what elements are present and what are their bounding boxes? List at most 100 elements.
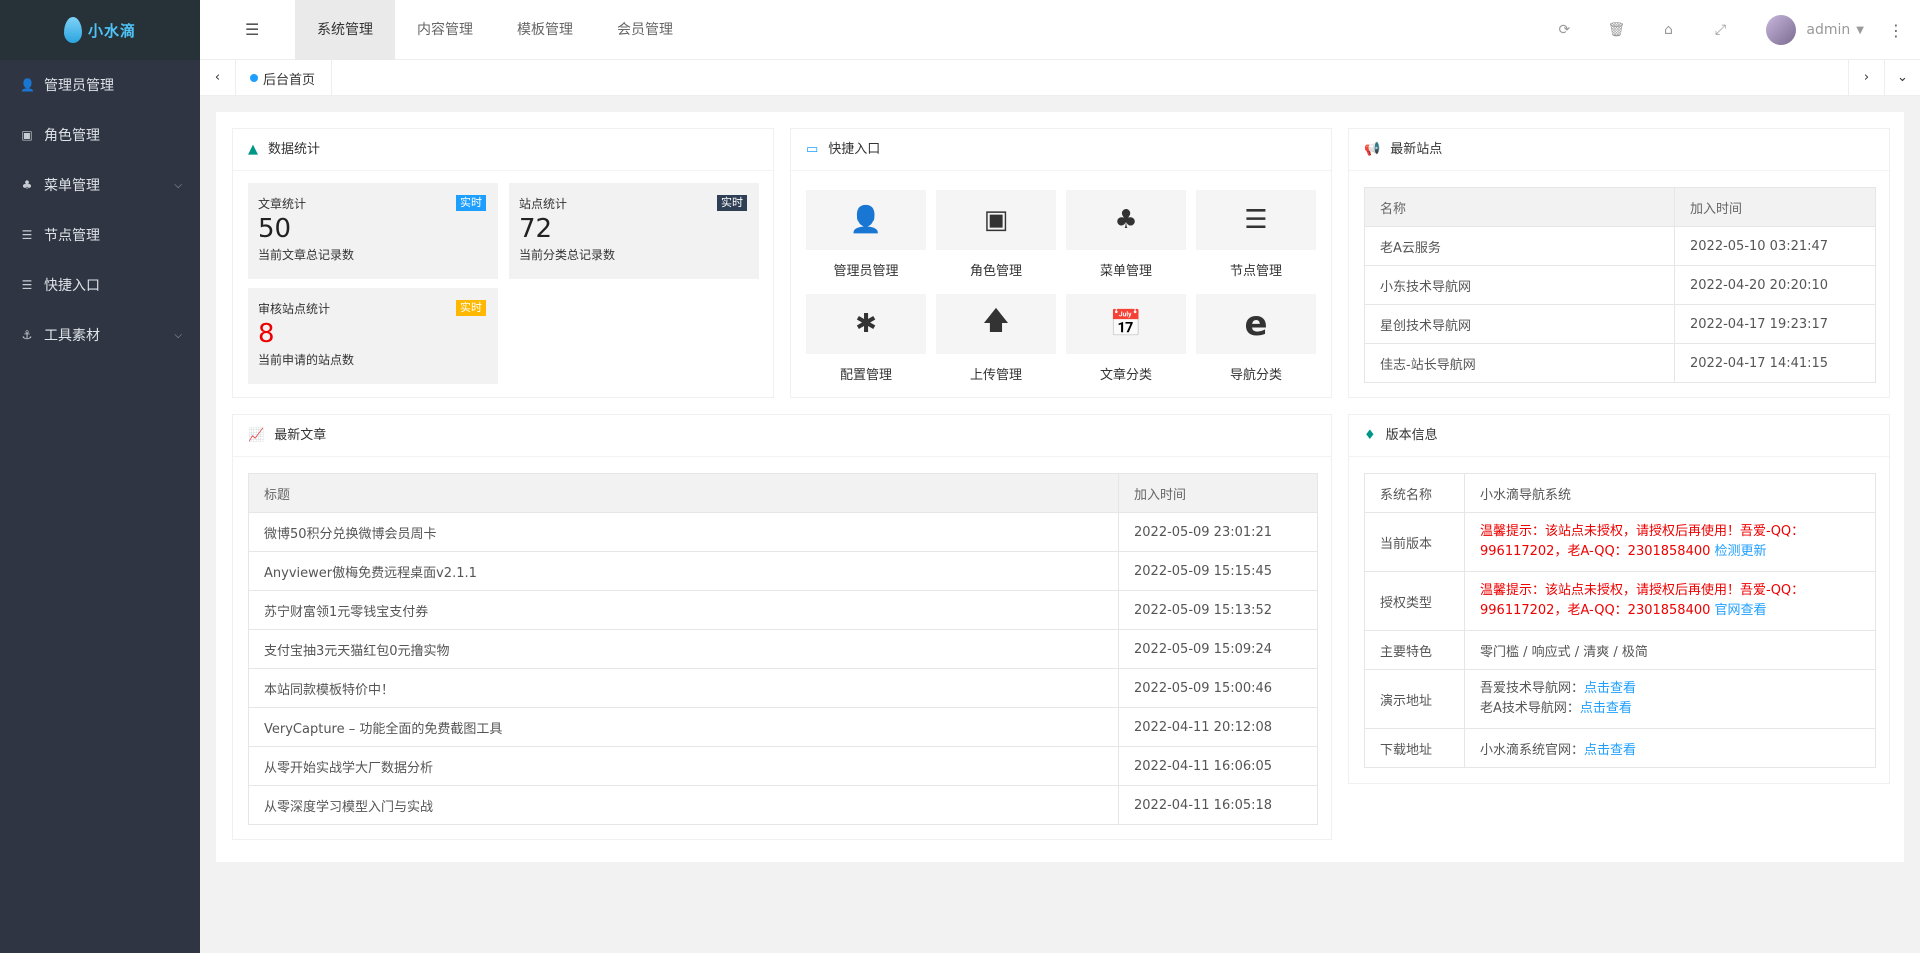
table-row[interactable]: Anyviewer傲梅免费远程桌面v2.1.1 2022-05-09 15:15:… — [248, 551, 1318, 591]
sidebar-item-label: 工具素材 — [44, 328, 100, 344]
version-table-wrap: 系统名称 小水滴导航系统 当前版本 温馨提示：该站点未授权，请授权后再使用！吾爱… — [1364, 473, 1876, 768]
water-drop-icon — [63, 17, 82, 43]
demo-link[interactable]: 点击查看 — [1584, 681, 1636, 696]
quick-entry-item[interactable]: ✱ 配置管理 — [806, 294, 926, 383]
table-row[interactable]: 从零深度学习模型入门与实战 2022-04-11 16:05:18 — [248, 785, 1318, 825]
table-row[interactable]: 佳志-站长导航网 2022-04-17 14:41:15 — [1364, 343, 1876, 383]
quick-entry-item[interactable]: 🡅 上传管理 — [936, 294, 1056, 383]
quick-entry-card: ▭ 快捷入口 👤 管理员管理 ▣ 角色管理 ♣ 菜单管理 ☰ 节点管理 ✱ 配置管理 🡅 上传管理 📅 文… — [790, 128, 1332, 398]
stat-number: 8 — [258, 319, 275, 349]
sidebar-item[interactable]: 👤 管理员管理 — [0, 60, 200, 110]
stat-number: 50 — [258, 214, 292, 244]
quick-entry-item[interactable]: ☰ 节点管理 — [1196, 190, 1316, 279]
quick-entry-item[interactable]: ▣ 角色管理 — [936, 190, 1056, 279]
logo[interactable]: 小水滴 — [0, 0, 200, 60]
quick-entry-item[interactable]: 📅 文章分类 — [1066, 294, 1186, 383]
stats-card-header: ▲ 数据统计 — [233, 129, 773, 171]
latest-articles-card: 📈 最新文章 标题 加入时间 微博50积分兑换微博会员周卡 2022-05-09 … — [232, 414, 1332, 840]
download-text: 小水滴系统官网： — [1480, 742, 1585, 758]
article-title: 从零深度学习模型入门与实战 — [248, 785, 1119, 825]
fullscreen-icon[interactable]: ⤢ — [1694, 22, 1746, 38]
article-time: 2022-05-09 15:00:46 — [1118, 668, 1318, 708]
sidebar-item[interactable]: ▣ 角色管理 — [0, 110, 200, 160]
refresh-icon[interactable]: ⟳ — [1538, 22, 1590, 38]
quick-entry-label: 管理员管理 — [833, 264, 899, 279]
article-time: 2022-05-09 15:13:52 — [1118, 590, 1318, 630]
article-title: 微博50积分兑换微博会员周卡 — [248, 512, 1119, 552]
table-row[interactable]: 老A云服务 2022-05-10 03:21:47 — [1364, 226, 1876, 266]
warning-text: 温馨提示：该站点未授权，请授权后再使用！吾爱-QQ： — [1480, 583, 1805, 598]
stat-desc: 当前申请的站点数 — [258, 353, 355, 367]
table-row[interactable]: 从零开始实战学大厂数据分析 2022-04-11 16:06:05 — [248, 746, 1318, 786]
chevron-down-icon[interactable]: ⌄ — [1884, 60, 1920, 96]
col-header: 加入时间 — [1118, 473, 1318, 513]
menu-fold-icon[interactable]: ☰ — [245, 20, 259, 39]
table-row[interactable]: 小东技术导航网 2022-04-20 20:20:10 — [1364, 265, 1876, 305]
stat-desc: 当前文章总记录数 — [258, 248, 355, 262]
quick-entry-item[interactable]: 👤 管理员管理 — [806, 190, 926, 279]
label-cell: 当前版本 — [1364, 512, 1465, 572]
chart-line-icon: 📈 — [248, 427, 265, 443]
top-nav: 系统管理 内容管理 模板管理 会员管理 — [295, 0, 695, 60]
quick-card-header: ▭ 快捷入口 — [791, 129, 1331, 171]
tab-system[interactable]: 系统管理 — [295, 0, 395, 60]
chevron-right-icon[interactable]: › — [1848, 60, 1884, 96]
chevron-left-icon[interactable]: ‹ — [200, 60, 236, 96]
col-header: 标题 — [248, 473, 1119, 513]
warning-text: 996117202，老A-QQ：2301858400 — [1480, 544, 1711, 559]
site-name: 佳志-站长导航网 — [1364, 343, 1675, 383]
more-icon[interactable]: ⋮ — [1888, 21, 1904, 40]
sidebar-item[interactable]: ☰ 节点管理 — [0, 210, 200, 260]
table-row[interactable]: 微博50积分兑换微博会员周卡 2022-05-09 23:01:21 — [248, 512, 1318, 552]
avatar[interactable] — [1766, 15, 1797, 45]
value-cell: 温馨提示：该站点未授权，请授权后再使用！吾爱-QQ： 996117202，老A-… — [1464, 512, 1876, 572]
table-row[interactable]: 支付宝抽3元天猫红包0元撸实物 2022-05-09 15:09:24 — [248, 629, 1318, 669]
demo-link[interactable]: 点击查看 — [1580, 701, 1632, 716]
quick-entry-label: 角色管理 — [969, 264, 1022, 279]
value-cell: 小水滴系统官网：点击查看 — [1464, 728, 1876, 768]
tab-template[interactable]: 模板管理 — [495, 0, 595, 60]
tab-content[interactable]: 内容管理 — [395, 0, 495, 60]
table-row[interactable]: 星创技术导航网 2022-04-17 19:23:17 — [1364, 304, 1876, 344]
status-badge: 实时 — [456, 300, 486, 316]
article-time: 2022-04-11 20:12:08 — [1118, 707, 1318, 747]
quick-entry-label: 文章分类 — [1099, 368, 1152, 383]
sites-table-wrap: 名称 加入时间 老A云服务 2022-05-10 03:21:47 小东技术导航网 2… — [1364, 187, 1876, 383]
tab-home[interactable]: 后台首页 — [236, 60, 333, 96]
article-time: 2022-05-09 23:01:21 — [1118, 512, 1318, 552]
official-site-link[interactable]: 官网查看 — [1715, 603, 1767, 618]
edge-icon: e — [1196, 294, 1316, 354]
active-dot-icon — [250, 74, 258, 82]
site-time: 2022-04-17 19:23:17 — [1674, 304, 1876, 344]
article-title: 苏宁财富领1元零钱宝支付券 — [248, 590, 1119, 630]
article-title: VeryCapture – 功能全面的免费截图工具 — [248, 707, 1119, 747]
trash-icon[interactable]: 🗑 — [1590, 22, 1642, 38]
sites-table: 名称 加入时间 老A云服务 2022-05-10 03:21:47 小东技术导航网 2… — [1364, 187, 1876, 383]
username[interactable]: admin — [1806, 22, 1850, 38]
check-update-link[interactable]: 检测更新 — [1715, 544, 1767, 559]
table-row[interactable]: 苏宁财富领1元零钱宝支付券 2022-05-09 15:13:52 — [248, 590, 1318, 630]
download-link[interactable]: 点击查看 — [1584, 743, 1636, 758]
sidebar-item[interactable]: ♣ 菜单管理 ⌵ — [0, 160, 200, 210]
sidebar-item[interactable]: ⚓ 工具素材 ⌵ — [0, 310, 200, 360]
sidebar: 小水滴 👤 管理员管理 ▣ 角色管理 ♣ 菜单管理 ⌵ ☰ 节点管理 ☰ 快捷入口 ⚓ 工具素材 ⌵ — [0, 0, 200, 953]
value-cell: 零门槛 / 响应式 / 清爽 / 极简 — [1464, 630, 1876, 670]
warning-text: 温馨提示：该站点未授权，请授权后再使用！吾爱-QQ： — [1480, 524, 1805, 539]
sidebar-item[interactable]: ☰ 快捷入口 — [0, 260, 200, 310]
article-time: 2022-05-09 15:09:24 — [1118, 629, 1318, 669]
quick-entry-item[interactable]: ♣ 菜单管理 — [1066, 190, 1186, 279]
chevron-down-icon[interactable]: ▼ — [1856, 25, 1864, 36]
user-icon: 👤 — [806, 190, 926, 250]
site-name: 星创技术导航网 — [1364, 304, 1675, 344]
tab-member[interactable]: 会员管理 — [595, 0, 695, 60]
quick-entry-item[interactable]: e 导航分类 — [1196, 294, 1316, 383]
quick-entry-label: 上传管理 — [969, 368, 1022, 383]
tree-icon: ♣ — [21, 178, 33, 192]
table-row[interactable]: VeryCapture – 功能全面的免费截图工具 2022-04-11 20:1… — [248, 707, 1318, 747]
stat-sites: 站点统计 实时 72 当前分类总记录数 — [509, 183, 759, 279]
sidebar-item-label: 菜单管理 — [44, 178, 100, 194]
calendar-icon: 📅 — [1066, 294, 1186, 354]
home-icon[interactable]: ⌂ — [1642, 22, 1694, 38]
table-row[interactable]: 本站同款模板特价中！ 2022-05-09 15:00:46 — [248, 668, 1318, 708]
label-cell: 系统名称 — [1364, 473, 1465, 513]
